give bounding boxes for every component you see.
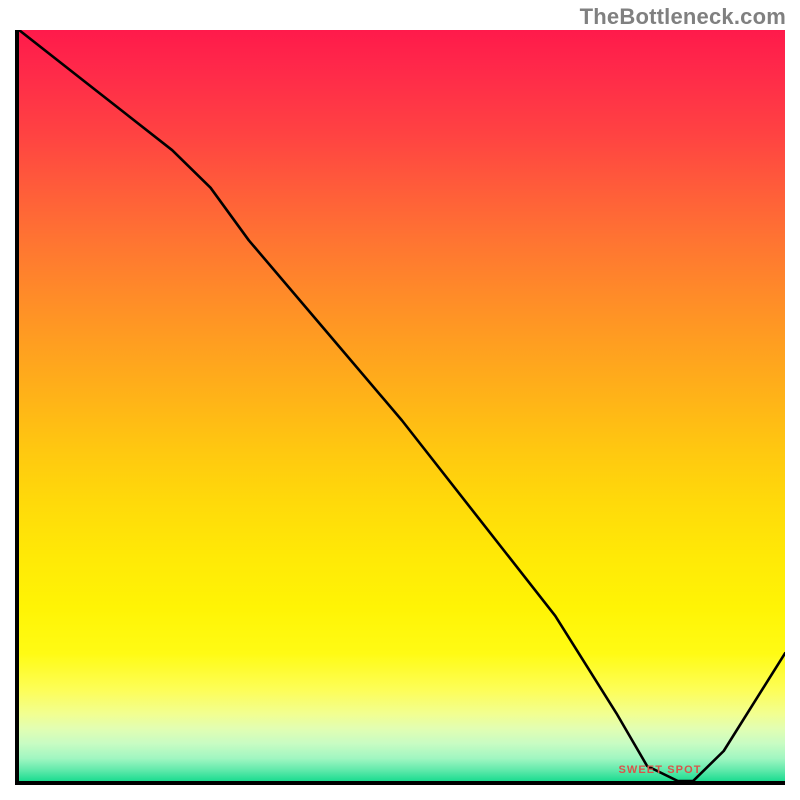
- curve-path: [19, 30, 785, 781]
- plot-gradient-background: SWEET SPOT: [19, 30, 785, 781]
- watermark-text: TheBottleneck.com: [580, 4, 786, 30]
- sweet-spot-label: SWEET SPOT: [618, 764, 701, 776]
- chart-stage: TheBottleneck.com SWEET SPOT: [0, 0, 800, 800]
- line-chart-svg: [19, 30, 785, 781]
- plot-frame: SWEET SPOT: [15, 30, 785, 785]
